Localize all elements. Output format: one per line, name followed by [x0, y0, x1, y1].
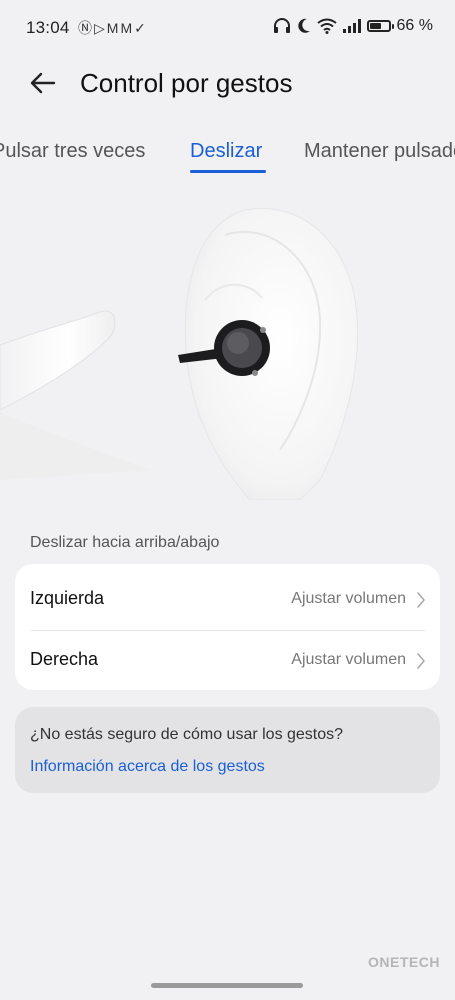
gesture-info-link[interactable]: Información acerca de los gestos [30, 758, 265, 776]
tab-swipe[interactable]: Deslizar [190, 140, 262, 163]
battery-percent: 66 % [396, 17, 433, 34]
check-icon: ✓ [134, 20, 148, 36]
page-title: Control por gestos [80, 68, 293, 98]
mail-icon: M [120, 20, 135, 36]
status-time: 13:04 [26, 18, 70, 37]
signal-icon [342, 19, 361, 33]
gesture-tabs: Pulsar tres veces Deslizar Mantener puls… [0, 130, 455, 178]
earbud-illustration [0, 208, 359, 500]
watermark-logo: ONETECH [368, 954, 440, 970]
status-bar: 13:04 Ⓝ▷MM✓ 66 % [0, 0, 455, 56]
chevron-right-icon [417, 653, 425, 669]
tab-press-hold[interactable]: Mantener pulsado [304, 140, 455, 163]
mail-icon: M [106, 20, 121, 36]
setting-label: Derecha [30, 649, 99, 669]
setting-row-right[interactable]: Derecha Ajustar volumen [15, 628, 440, 690]
notification-icons: Ⓝ▷MM✓ [78, 18, 148, 38]
help-question: ¿No estás seguro de cómo usar los gestos… [30, 726, 344, 743]
tab-triple-tap[interactable]: Pulsar tres veces [0, 140, 145, 163]
setting-value: Ajustar volumen [291, 590, 406, 607]
battery-fill [369, 23, 382, 29]
setting-value: Ajustar volumen [291, 651, 406, 668]
help-card: ¿No estás seguro de cómo usar los gestos… [15, 707, 440, 793]
wifi-icon [316, 18, 337, 34]
section-label: Deslizar hacia arriba/abajo [30, 534, 220, 551]
moon-icon [297, 18, 310, 33]
chevron-right-icon [417, 592, 425, 608]
active-tab-indicator [190, 170, 266, 173]
setting-row-left[interactable]: Izquierda Ajustar volumen [15, 567, 440, 631]
status-right: 66 % [273, 17, 433, 35]
header: Control por gestos [0, 56, 455, 110]
headphones-icon [273, 18, 290, 33]
play-icon: ▷ [94, 20, 107, 36]
battery-icon [366, 20, 394, 32]
back-arrow-icon[interactable] [28, 68, 58, 98]
nfc-icon: Ⓝ [78, 20, 94, 36]
swipe-settings-card: Izquierda Ajustar volumen Derecha Ajusta… [15, 564, 440, 690]
home-indicator[interactable] [151, 983, 303, 988]
setting-label: Izquierda [30, 588, 105, 608]
